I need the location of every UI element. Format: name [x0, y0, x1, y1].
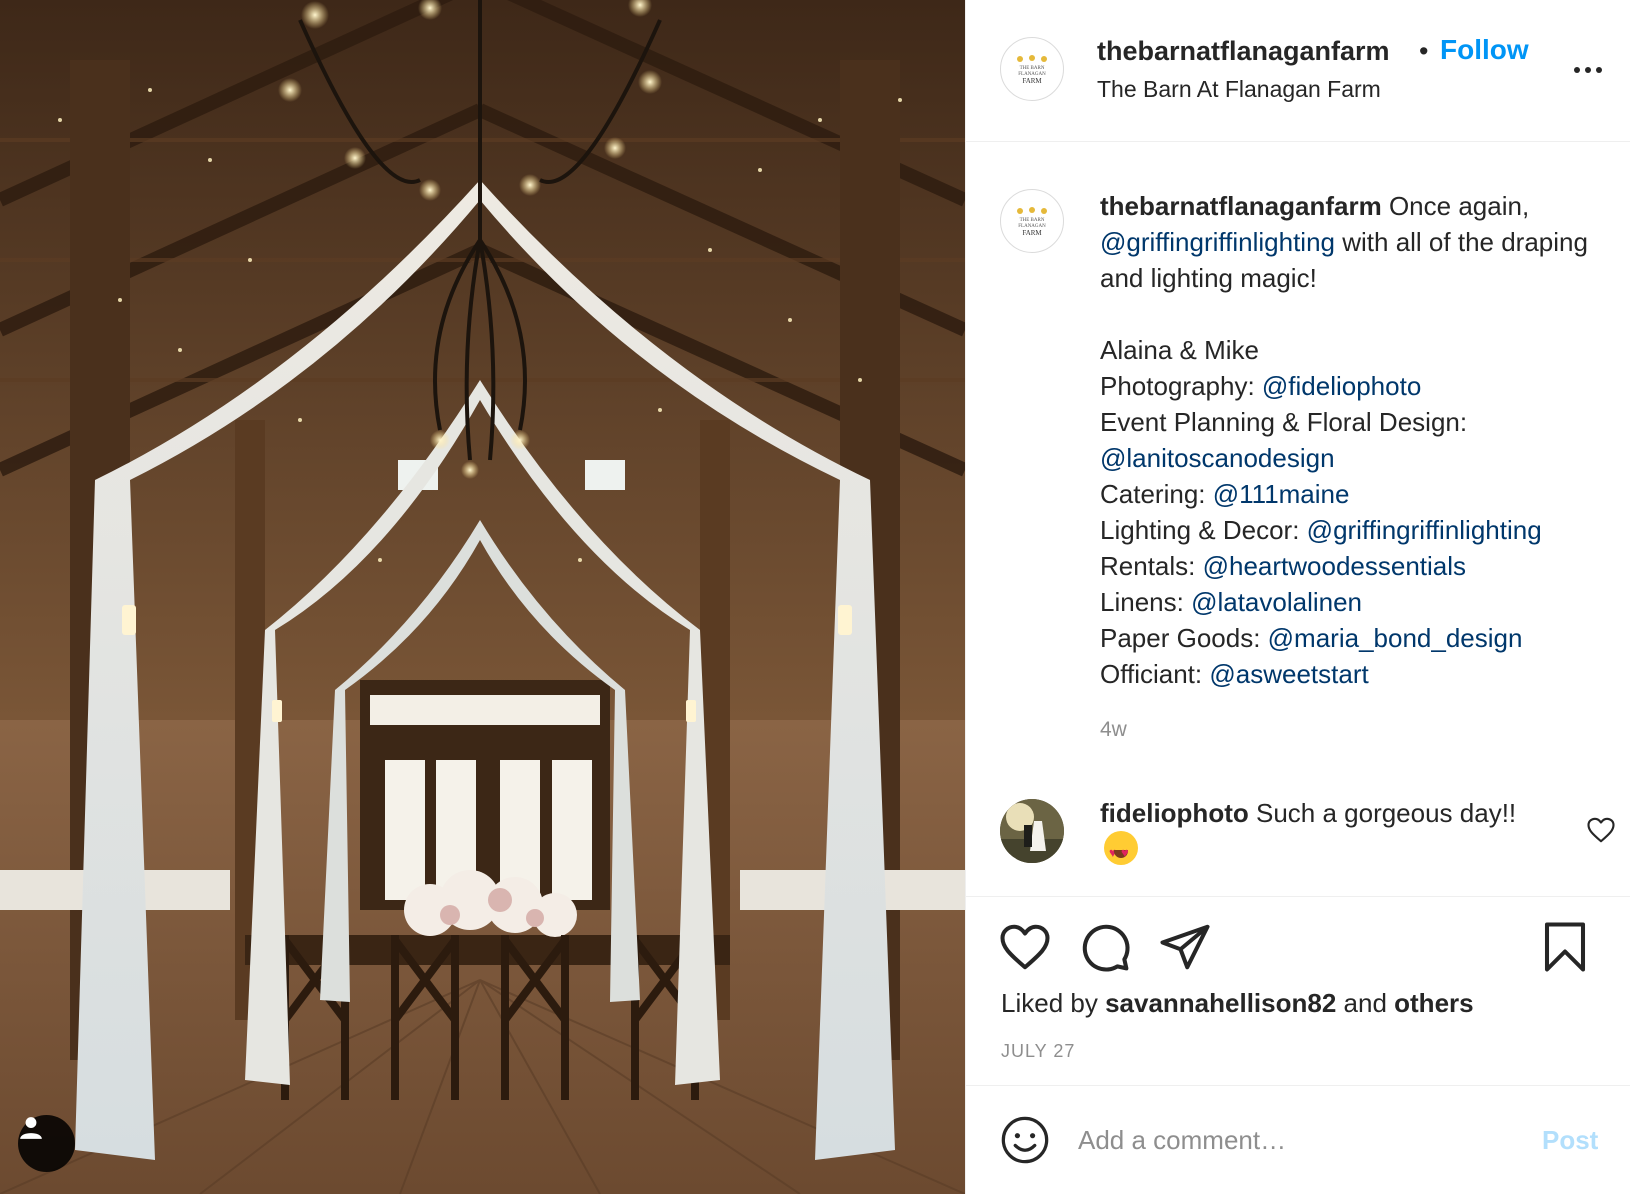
credit-label: Lighting & Decor: — [1100, 515, 1307, 545]
credit-label: Rentals: — [1100, 551, 1203, 581]
svg-text:FARM: FARM — [1022, 77, 1042, 85]
add-comment-bar: Post — [966, 1087, 1630, 1194]
mention-link[interactable]: @lanitoscanodesign — [1100, 443, 1335, 473]
mention-link[interactable]: @maria_bond_design — [1268, 623, 1523, 653]
account-avatar[interactable]: THE BARN FLANAGAN FARM — [1000, 37, 1064, 101]
comment-like-icon[interactable] — [1586, 815, 1616, 845]
heart-eyes-emoji — [1104, 831, 1138, 871]
comment-icon[interactable] — [1078, 920, 1132, 974]
post-details-panel: THE BARN FLANAGAN FARM thebarnatflanagan… — [965, 0, 1630, 1194]
bookmark-icon[interactable] — [1538, 920, 1592, 974]
more-dot-icon — [1574, 67, 1580, 73]
credit-label: Photography: — [1100, 371, 1262, 401]
user-tag-icon — [20, 1117, 42, 1139]
user-tag-button[interactable] — [18, 1115, 75, 1172]
more-dot-icon — [1596, 67, 1602, 73]
liked-by-middle: and — [1336, 988, 1395, 1018]
svg-text:THE BARN: THE BARN — [1020, 66, 1045, 71]
post-photo[interactable] — [0, 0, 965, 1194]
liked-by-prefix: Liked by — [1001, 988, 1106, 1018]
likes-summary: Liked by savannahellison82 and others — [1001, 988, 1474, 1019]
post-comment-button[interactable]: Post — [1542, 1125, 1598, 1156]
mention-link[interactable]: @griffingriffinlighting — [1307, 515, 1542, 545]
barn-logo: THE BARN FLANAGAN FARM — [1017, 55, 1047, 85]
commenter-avatar[interactable] — [1000, 799, 1064, 863]
commenter-photo — [1000, 799, 1064, 863]
mention-link[interactable]: @111maine — [1213, 479, 1350, 509]
location-link[interactable]: The Barn At Flanagan Farm — [1097, 76, 1381, 103]
credit-label: Event Planning & Floral Design: — [1100, 407, 1468, 437]
comment-input[interactable] — [1078, 1115, 1508, 1165]
post-header: THE BARN FLANAGAN FARM thebarnatflanagan… — [966, 0, 1630, 142]
follow-button[interactable]: Follow — [1440, 34, 1529, 66]
share-icon[interactable] — [1158, 920, 1212, 974]
mention-link[interactable]: @fideliophoto — [1262, 371, 1421, 401]
mention-link[interactable]: @latavolalinen — [1191, 587, 1362, 617]
credit-label: Officiant: — [1100, 659, 1210, 689]
credit-label: Linens: — [1100, 587, 1192, 617]
caption-couple: Alaina & Mike — [1100, 335, 1259, 365]
credit-label: Catering: — [1100, 479, 1213, 509]
caption-username[interactable]: thebarnatflanaganfarm — [1100, 191, 1382, 221]
svg-text:THE BARN: THE BARN — [1020, 218, 1045, 223]
caption-intro: Once again, — [1381, 191, 1530, 221]
comment-username[interactable]: fideliophoto — [1100, 798, 1249, 828]
post-date[interactable]: JULY 27 — [1001, 1041, 1075, 1062]
credit-label: Paper Goods: — [1100, 623, 1268, 653]
more-dot-icon — [1585, 67, 1591, 73]
comments-section[interactable]: THE BARN FLANAGAN FARM thebarnatflanagan… — [966, 143, 1630, 897]
mention-link[interactable]: @griffingriffinlighting — [1100, 227, 1335, 257]
mention-link[interactable]: @heartwoodessentials — [1203, 551, 1466, 581]
liked-by-user[interactable]: savannahellison82 — [1105, 988, 1336, 1018]
barn-interior-image — [0, 0, 965, 1194]
liked-by-others[interactable]: others — [1394, 988, 1473, 1018]
separator-dot: • — [1419, 36, 1429, 66]
post-caption: thebarnatflanaganfarm Once again, @griff… — [1100, 188, 1610, 692]
more-options-button[interactable] — [1566, 56, 1610, 84]
svg-text:FARM: FARM — [1022, 229, 1042, 237]
post-actions: Liked by savannahellison82 and others JU… — [966, 898, 1630, 1086]
caption-timestamp[interactable]: 4w — [1100, 718, 1127, 742]
emoji-picker-icon[interactable] — [999, 1114, 1051, 1166]
caption-avatar[interactable]: THE BARN FLANAGAN FARM — [1000, 189, 1064, 253]
mention-link[interactable]: @asweetstart — [1209, 659, 1368, 689]
heart-icon[interactable] — [998, 920, 1052, 974]
comment-text: Such a gorgeous day!! — [1248, 798, 1517, 828]
comment-item: fideliophoto Such a gorgeous day!! — [1100, 795, 1530, 871]
account-username[interactable]: thebarnatflanaganfarm — [1097, 36, 1390, 67]
barn-logo: THE BARN FLANAGAN FARM — [1017, 207, 1047, 237]
